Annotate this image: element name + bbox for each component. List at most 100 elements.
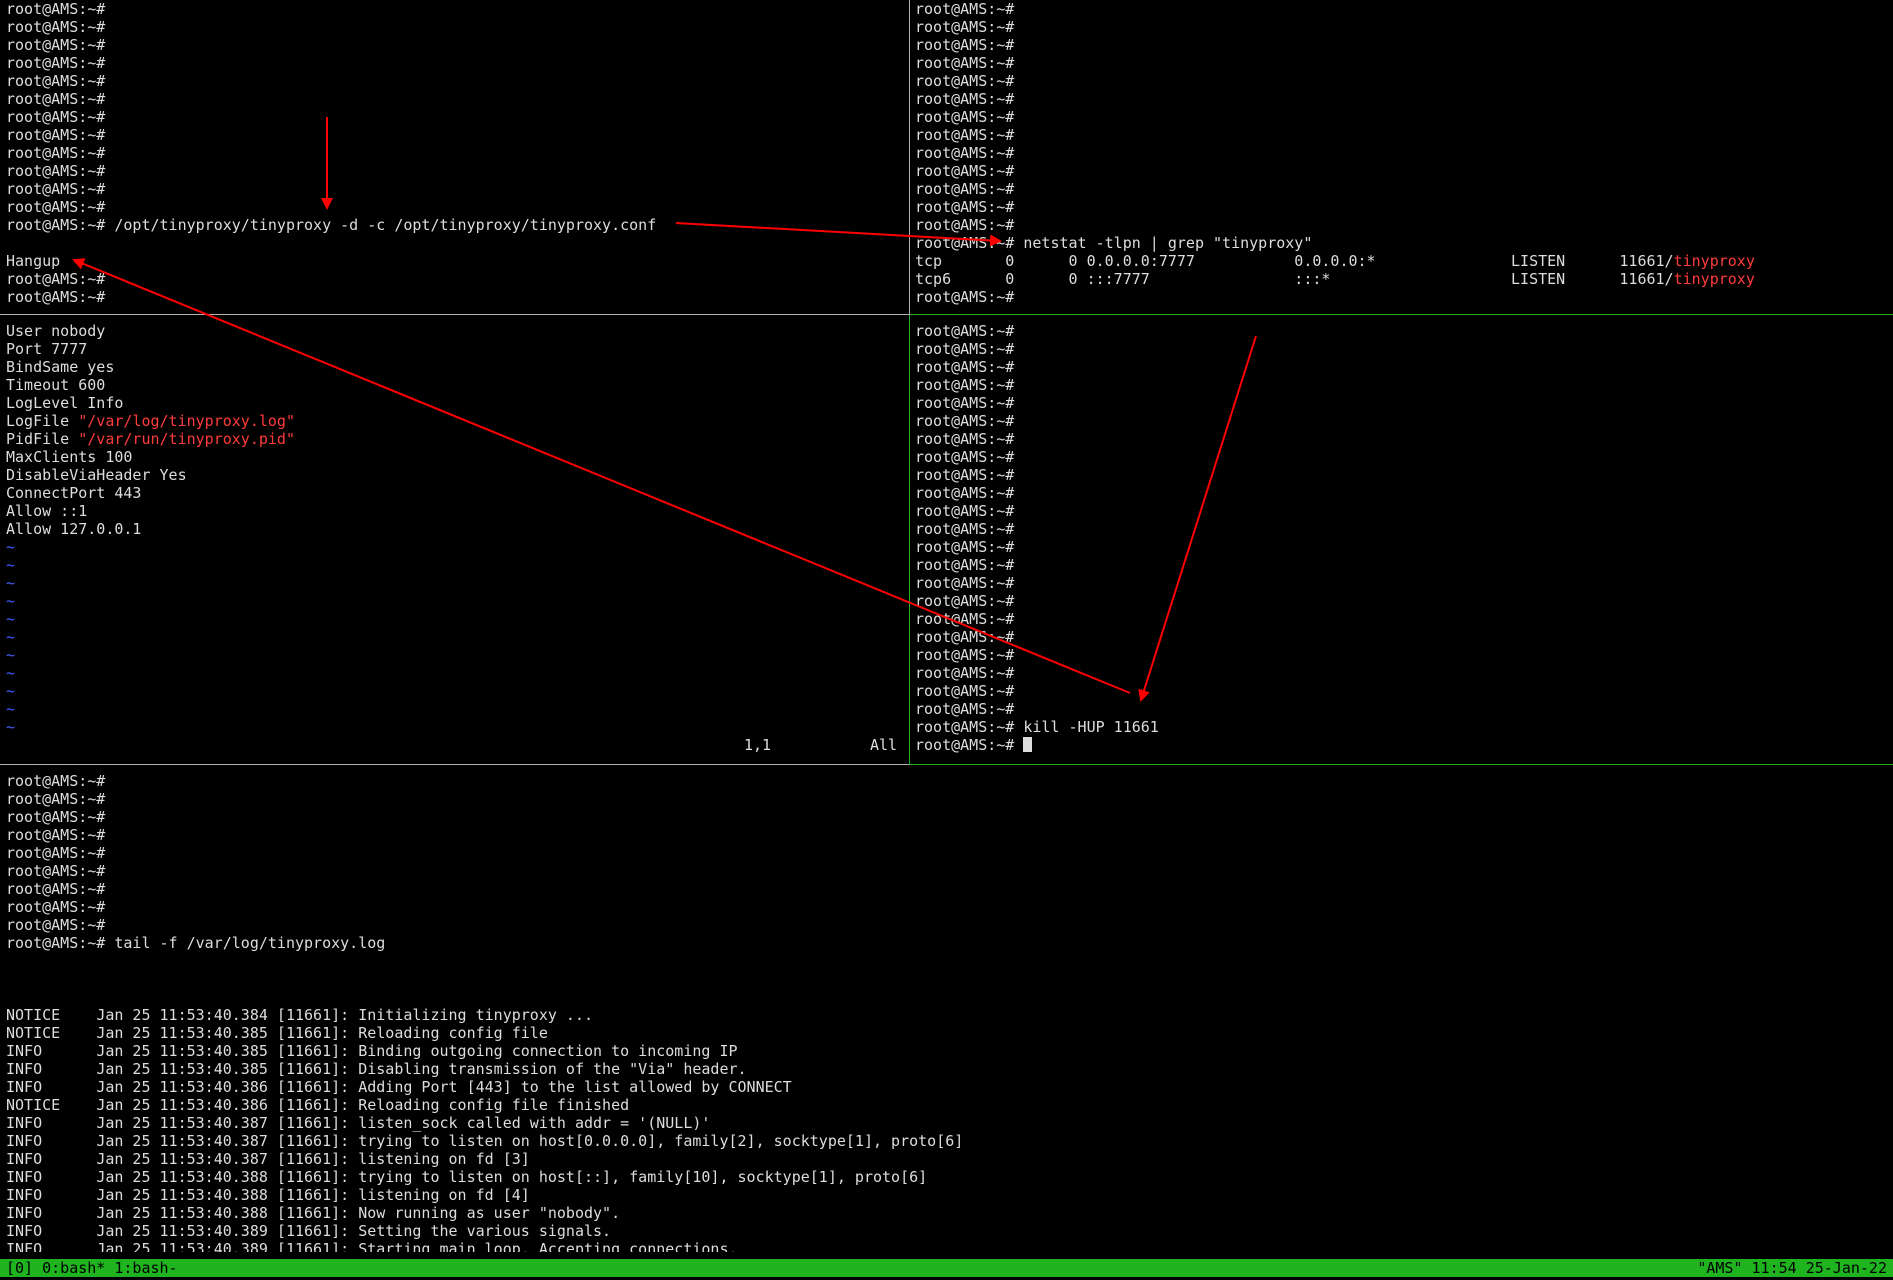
command-line: root@AMS:~# /opt/tinyproxy/tinyproxy -d …: [6, 216, 906, 234]
log-timestamp: Jan 25 11:53:40.388 [11661]:: [96, 1186, 359, 1204]
shell-prompt: root@AMS:~#: [6, 898, 106, 916]
pane-divider-mid-left: [0, 764, 909, 765]
output-line: Hangup: [6, 252, 906, 270]
shell-prompt: root@AMS:~#: [915, 574, 1015, 592]
tmux-window-list[interactable]: [0] 0:bash* 1:bash-: [6, 1259, 178, 1277]
shell-prompt: root@AMS:~#: [915, 466, 1015, 484]
shell-prompt: root@AMS:~#: [6, 808, 106, 826]
prompt-line: root@AMS:~#: [6, 844, 1886, 862]
log-entry: INFO Jan 25 11:53:40.388 [11661]: Now ru…: [6, 1204, 1886, 1222]
log-timestamp: Jan 25 11:53:40.388 [11661]:: [96, 1204, 359, 1222]
pane-mid-right[interactable]: root@AMS:~# root@AMS:~# root@AMS:~# root@AM…: [915, 322, 1890, 762]
pane-bottom[interactable]: root@AMS:~# root@AMS:~# root@AMS:~# root@AM…: [6, 772, 1886, 1252]
config-line: User nobody: [6, 322, 906, 340]
shell-prompt: root@AMS:~#: [915, 556, 1015, 574]
config-line: Port 7777: [6, 340, 906, 358]
log-timestamp: Jan 25 11:53:40.387 [11661]:: [96, 1132, 359, 1150]
prompt-line: root@AMS:~#: [915, 646, 1890, 664]
shell-prompt: root@AMS:~#: [915, 718, 1024, 736]
prompt-line: root@AMS:~#: [6, 916, 1886, 934]
prompt-line: root@AMS:~#: [6, 270, 906, 288]
blank-line: [6, 952, 1886, 970]
prompt-line: root@AMS:~#: [915, 448, 1890, 466]
prompt-line: root@AMS:~#: [915, 664, 1890, 682]
shell-prompt: root@AMS:~#: [6, 180, 106, 198]
prompt-line: root@AMS:~#: [6, 898, 1886, 916]
pane-divider-mid-right: [910, 764, 1893, 765]
shell-prompt: root@AMS:~#: [6, 144, 106, 162]
prompt-line: root@AMS:~#: [915, 466, 1890, 484]
config-directive: DisableViaHeader Yes: [6, 466, 187, 484]
prompt-line: root@AMS:~#: [915, 90, 1890, 108]
command-line: root@AMS:~# netstat -tlpn | grep "tinypr…: [915, 234, 1890, 252]
config-line: DisableViaHeader Yes: [6, 466, 906, 484]
prompt-line: root@AMS:~#: [6, 772, 1886, 790]
prompt-line: root@AMS:~#: [915, 592, 1890, 610]
pane-vim-editor[interactable]: User nobody Port 7777 BindSame yes Timeout …: [6, 322, 906, 762]
prompt-line: root@AMS:~#: [915, 36, 1890, 54]
shell-prompt: root@AMS:~#: [915, 682, 1015, 700]
pane-top-right[interactable]: root@AMS:~# root@AMS:~# root@AMS:~# root@AM…: [915, 0, 1890, 312]
log-level: INFO: [6, 1132, 97, 1150]
prompt-line: root@AMS:~#: [6, 108, 906, 126]
terminal-output: root@AMS:~# root@AMS:~# root@AMS:~# root@AM…: [915, 0, 1890, 306]
prompt-line: root@AMS:~#: [915, 376, 1890, 394]
shell-prompt: root@AMS:~#: [6, 90, 106, 108]
shell-prompt: root@AMS:~#: [915, 358, 1015, 376]
vim-empty-line: ~: [6, 538, 906, 556]
vim-tilde: ~: [6, 574, 16, 592]
vim-empty-line: ~: [6, 610, 906, 628]
log-level: INFO: [6, 1168, 97, 1186]
log-entry: INFO Jan 25 11:53:40.388 [11661]: listen…: [6, 1186, 1886, 1204]
config-directive: ConnectPort 443: [6, 484, 142, 502]
prompt-line: root@AMS:~#: [6, 826, 1886, 844]
shell-prompt: root@AMS:~#: [915, 664, 1015, 682]
log-level: INFO: [6, 1150, 97, 1168]
prompt-line: root@AMS:~#: [915, 538, 1890, 556]
log-timestamp: Jan 25 11:53:40.389 [11661]:: [96, 1240, 359, 1252]
prompt-line: root@AMS:~#: [915, 144, 1890, 162]
log-level: NOTICE: [6, 1006, 97, 1024]
shell-prompt: root@AMS:~#: [915, 736, 1024, 754]
config-directive: Allow 127.0.0.1: [6, 520, 142, 538]
log-level: NOTICE: [6, 1096, 97, 1114]
vim-tilde: ~: [6, 628, 16, 646]
config-line: PidFile "/var/run/tinyproxy.pid": [6, 430, 906, 448]
prompt-line: root@AMS:~#: [6, 288, 906, 306]
prompt-line: root@AMS:~#: [915, 484, 1890, 502]
prompt-line: root@AMS:~#: [6, 54, 906, 72]
vim-tilde: ~: [6, 718, 16, 736]
shell-prompt: root@AMS:~#: [6, 790, 106, 808]
shell-prompt: root@AMS:~#: [6, 0, 106, 18]
command-text: /opt/tinyproxy/tinyproxy -d -c /opt/tiny…: [114, 216, 657, 234]
log-entry: INFO Jan 25 11:53:40.389 [11661]: Starti…: [6, 1240, 1886, 1252]
program-name: tinyproxy: [1673, 270, 1755, 288]
hangup-output: Hangup: [6, 252, 61, 270]
pane-top-left[interactable]: root@AMS:~# root@AMS:~# root@AMS:~# root@AM…: [6, 0, 906, 312]
prompt-line: root@AMS:~#: [6, 72, 906, 90]
log-entry: NOTICE Jan 25 11:53:40.386 [11661]: Relo…: [6, 1096, 1886, 1114]
config-directive: Timeout 600: [6, 376, 106, 394]
log-timestamp: Jan 25 11:53:40.387 [11661]:: [96, 1114, 359, 1132]
log-entry: INFO Jan 25 11:53:40.385 [11661]: Bindin…: [6, 1042, 1886, 1060]
prompt-line: root@AMS:~#: [915, 700, 1890, 718]
log-timestamp: Jan 25 11:53:40.386 [11661]:: [96, 1096, 359, 1114]
prompt-line: root@AMS:~#: [915, 216, 1890, 234]
log-message: Starting main loop. Accepting connection…: [358, 1240, 738, 1252]
netstat-columns: tcp6 0 0 :::7777 :::* LISTEN 11661/: [915, 270, 1674, 288]
vim-empty-line: ~: [6, 592, 906, 610]
log-message: listening on fd [4]: [358, 1186, 530, 1204]
prompt-line: root@AMS:~#: [915, 430, 1890, 448]
shell-prompt: root@AMS:~#: [915, 484, 1015, 502]
vim-empty-line: ~: [6, 682, 906, 700]
prompt-line: root@AMS:~#: [915, 340, 1890, 358]
vim-ruler-scroll: All: [870, 736, 898, 754]
prompt-line: root@AMS:~#: [915, 322, 1890, 340]
pane-divider-vertical-mid: [909, 315, 910, 765]
log-timestamp: Jan 25 11:53:40.388 [11661]:: [96, 1168, 359, 1186]
log-message: trying to listen on host[0.0.0.0], famil…: [358, 1132, 964, 1150]
tmux-host-clock: "AMS" 11:54 25-Jan-22: [1697, 1259, 1887, 1277]
log-entry: INFO Jan 25 11:53:40.388 [11661]: trying…: [6, 1168, 1886, 1186]
log-entry: INFO Jan 25 11:53:40.387 [11661]: listen…: [6, 1150, 1886, 1168]
log-message: Disabling transmission of the "Via" head…: [358, 1060, 747, 1078]
